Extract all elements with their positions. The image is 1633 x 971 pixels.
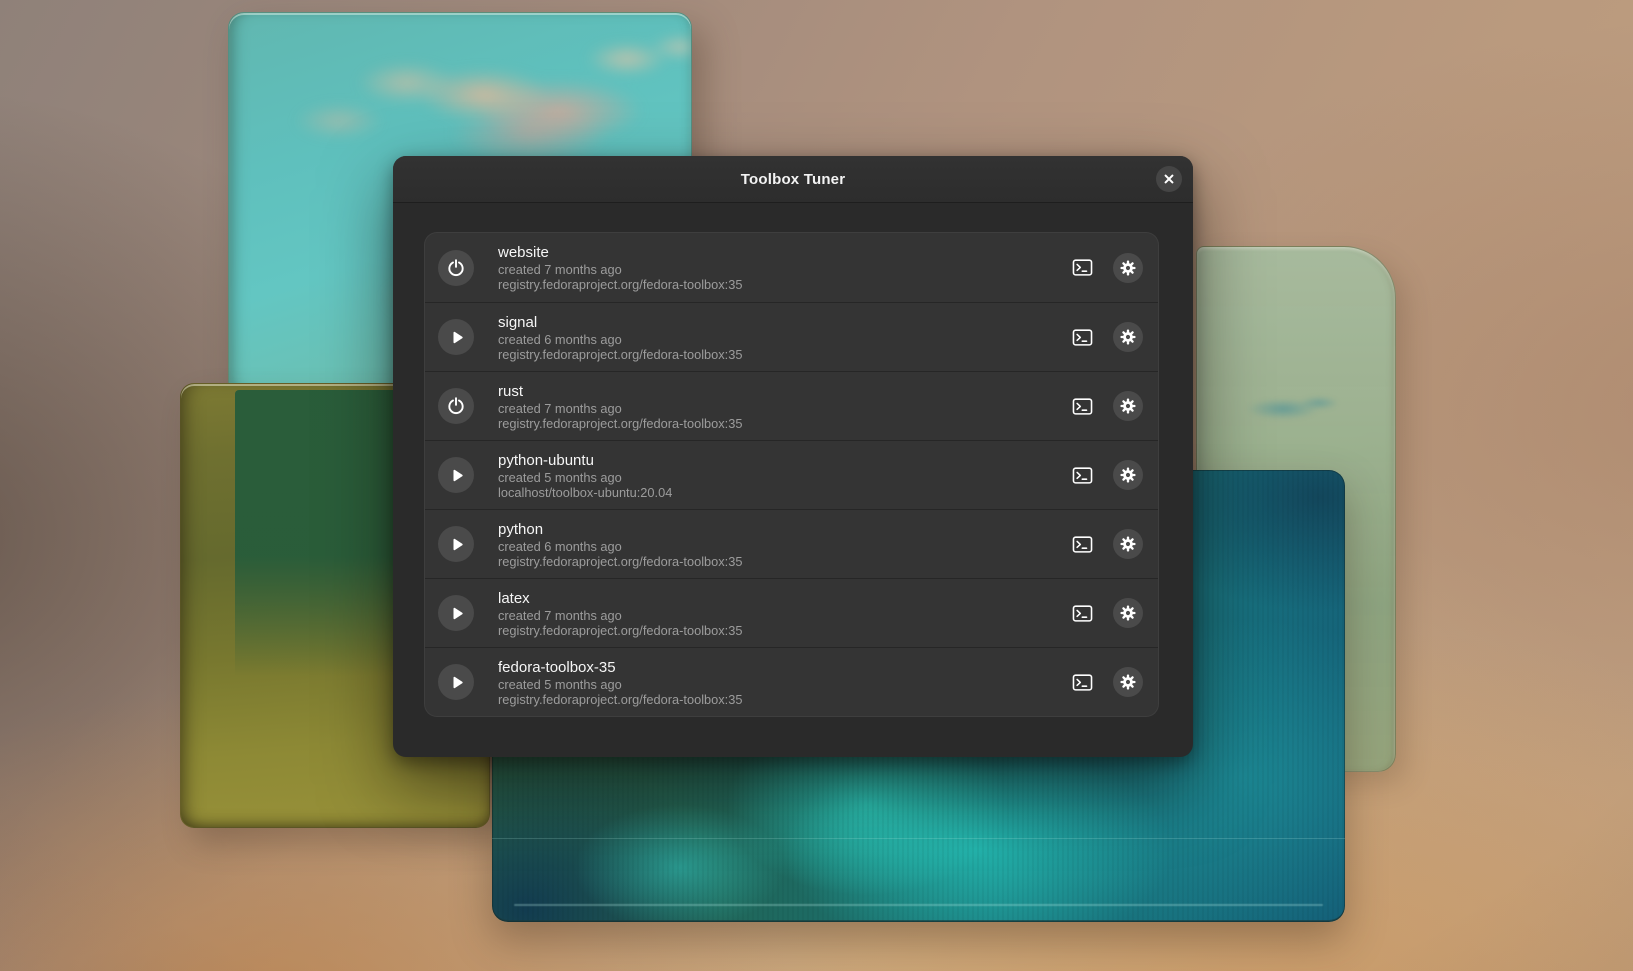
settings-button[interactable] xyxy=(1113,460,1143,490)
toolbox-tuner-window: Toolbox Tuner xyxy=(393,156,1193,757)
container-row: signal created 6 months ago registry.fed… xyxy=(425,302,1158,371)
open-terminal-button[interactable] xyxy=(1065,596,1099,630)
open-terminal-button[interactable] xyxy=(1065,389,1099,423)
state-power-button[interactable] xyxy=(438,388,474,424)
container-image: registry.fedoraproject.org/fedora-toolbo… xyxy=(498,347,742,362)
container-created: created 6 months ago xyxy=(498,332,742,347)
play-icon xyxy=(447,328,466,347)
window-title: Toolbox Tuner xyxy=(741,171,846,188)
terminal-icon xyxy=(1072,534,1093,555)
container-name: website xyxy=(498,243,742,262)
container-image: registry.fedoraproject.org/fedora-toolbo… xyxy=(498,623,742,638)
state-power-button[interactable] xyxy=(438,250,474,286)
open-terminal-button[interactable] xyxy=(1065,458,1099,492)
container-row: python-ubuntu created 5 months ago local… xyxy=(425,440,1158,509)
state-play-button[interactable] xyxy=(438,319,474,355)
container-created: created 7 months ago xyxy=(498,262,742,277)
container-created: created 6 months ago xyxy=(498,539,742,554)
row-text: rust created 7 months ago registry.fedor… xyxy=(498,382,742,431)
container-created: created 7 months ago xyxy=(498,608,742,623)
container-image: localhost/toolbox-ubuntu:20.04 xyxy=(498,485,672,500)
gear-icon xyxy=(1119,397,1137,415)
gear-icon xyxy=(1119,466,1137,484)
container-name: signal xyxy=(498,313,742,332)
terminal-icon xyxy=(1072,672,1093,693)
settings-button[interactable] xyxy=(1113,322,1143,352)
play-icon xyxy=(447,673,466,692)
row-text: fedora-toolbox-35 created 5 months ago r… xyxy=(498,658,742,707)
play-icon xyxy=(447,535,466,554)
settings-button[interactable] xyxy=(1113,667,1143,697)
desktop: Toolbox Tuner xyxy=(0,0,1633,971)
row-text: signal created 6 months ago registry.fed… xyxy=(498,313,742,362)
container-name: python-ubuntu xyxy=(498,451,672,470)
settings-button[interactable] xyxy=(1113,598,1143,628)
container-row: latex created 7 months ago registry.fedo… xyxy=(425,578,1158,647)
container-row: rust created 7 months ago registry.fedor… xyxy=(425,371,1158,440)
container-created: created 5 months ago xyxy=(498,677,742,692)
terminal-icon xyxy=(1072,327,1093,348)
container-name: latex xyxy=(498,589,742,608)
container-row: website created 7 months ago registry.fe… xyxy=(425,233,1158,302)
titlebar[interactable]: Toolbox Tuner xyxy=(393,156,1193,203)
gear-icon xyxy=(1119,604,1137,622)
gear-icon xyxy=(1119,259,1137,277)
container-name: python xyxy=(498,520,742,539)
gear-icon xyxy=(1119,673,1137,691)
container-image: registry.fedoraproject.org/fedora-toolbo… xyxy=(498,277,742,292)
container-name: rust xyxy=(498,382,742,401)
state-play-button[interactable] xyxy=(438,457,474,493)
container-name: fedora-toolbox-35 xyxy=(498,658,742,677)
play-icon xyxy=(447,466,466,485)
row-text: latex created 7 months ago registry.fedo… xyxy=(498,589,742,638)
close-icon xyxy=(1163,173,1175,185)
power-icon xyxy=(446,258,466,278)
terminal-icon xyxy=(1072,257,1093,278)
gear-icon xyxy=(1119,328,1137,346)
terminal-icon xyxy=(1072,603,1093,624)
container-image: registry.fedoraproject.org/fedora-toolbo… xyxy=(498,554,742,569)
container-row: python created 6 months ago registry.fed… xyxy=(425,509,1158,578)
container-created: created 7 months ago xyxy=(498,401,742,416)
terminal-icon xyxy=(1072,465,1093,486)
container-row: fedora-toolbox-35 created 5 months ago r… xyxy=(425,647,1158,716)
settings-button[interactable] xyxy=(1113,391,1143,421)
container-image: registry.fedoraproject.org/fedora-toolbo… xyxy=(498,692,742,707)
row-text: python-ubuntu created 5 months ago local… xyxy=(498,451,672,500)
container-image: registry.fedoraproject.org/fedora-toolbo… xyxy=(498,416,742,431)
open-terminal-button[interactable] xyxy=(1065,527,1099,561)
play-icon xyxy=(447,604,466,623)
power-icon xyxy=(446,396,466,416)
open-terminal-button[interactable] xyxy=(1065,320,1099,354)
terminal-icon xyxy=(1072,396,1093,417)
container-list: website created 7 months ago registry.fe… xyxy=(425,233,1158,716)
settings-button[interactable] xyxy=(1113,529,1143,559)
settings-button[interactable] xyxy=(1113,253,1143,283)
state-play-button[interactable] xyxy=(438,526,474,562)
gear-icon xyxy=(1119,535,1137,553)
state-play-button[interactable] xyxy=(438,595,474,631)
open-terminal-button[interactable] xyxy=(1065,251,1099,285)
state-play-button[interactable] xyxy=(438,664,474,700)
close-button[interactable] xyxy=(1156,166,1182,192)
row-text: python created 6 months ago registry.fed… xyxy=(498,520,742,569)
row-text: website created 7 months ago registry.fe… xyxy=(498,243,742,292)
open-terminal-button[interactable] xyxy=(1065,665,1099,699)
window-content: website created 7 months ago registry.fe… xyxy=(393,203,1193,716)
container-created: created 5 months ago xyxy=(498,470,672,485)
